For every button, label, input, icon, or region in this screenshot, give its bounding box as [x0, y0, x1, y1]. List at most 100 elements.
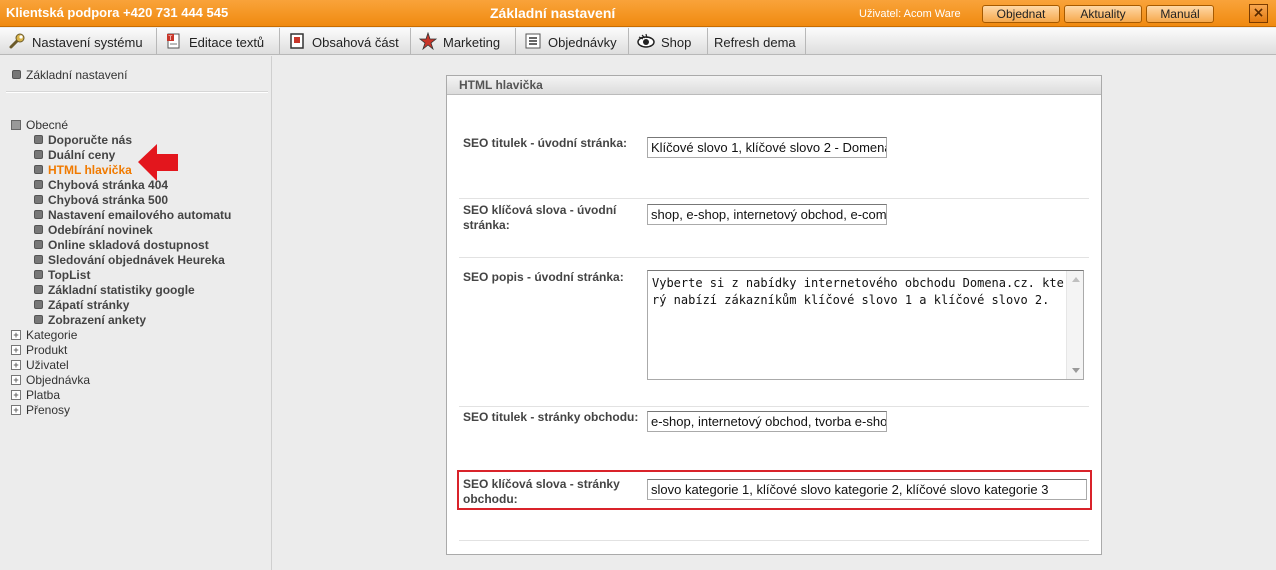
toolbar-label: Marketing: [443, 35, 501, 51]
item-label: Duální ceny: [48, 148, 116, 162]
seo-description-home-textarea[interactable]: Vyberte si z nabídky internetového obcho…: [647, 270, 1084, 380]
seo-keywords-shop-input[interactable]: slovo kategorie 1, klíčové slovo kategor…: [647, 479, 1087, 500]
toolbar-marketing[interactable]: Marketing: [411, 28, 516, 55]
sidebar-group-prenosy[interactable]: + Přenosy: [11, 403, 70, 418]
sidebar-group-platba[interactable]: + Platba: [11, 388, 60, 403]
expand-icon: +: [11, 329, 21, 340]
bullet-icon: [34, 165, 43, 175]
seo-keywords-home-input[interactable]: shop, e-shop, internetový obchod, e-comm…: [647, 204, 887, 225]
sidebar-item-stock[interactable]: Online skladová dostupnost: [34, 238, 209, 253]
item-label: Chybová stránka 500: [48, 193, 169, 207]
bullet-icon: [34, 210, 43, 220]
field-label: SEO klíčová slova - úvodní stránka:: [463, 203, 617, 232]
bullet-icon: [34, 240, 43, 250]
panel-title: HTML hlavička: [447, 76, 1101, 95]
sidebar-item-toplist[interactable]: TopList: [34, 268, 90, 283]
sidebar-group-kategorie[interactable]: + Kategorie: [11, 328, 77, 343]
seo-title-home-input[interactable]: Klíčové slovo 1, klíčové slovo 2 - Domen…: [647, 137, 887, 158]
item-label: TopList: [48, 268, 91, 282]
toolbar-label: Obsahová část: [312, 35, 399, 51]
sidebar-group-produkt[interactable]: + Produkt: [11, 343, 67, 358]
page-title: Základní nastavení: [490, 5, 616, 21]
toolbar-refresh-demo[interactable]: Refresh dema: [708, 28, 806, 55]
bullet-icon: [34, 315, 43, 325]
scroll-up-icon[interactable]: [1072, 277, 1080, 282]
top-bar: Klientská podpora +420 731 444 545 Zákla…: [0, 0, 1276, 27]
item-label: Odebírání novinek: [48, 223, 153, 237]
close-icon[interactable]: ×: [1249, 4, 1268, 23]
toolbar-label: Editace textů: [189, 35, 265, 51]
toolbar-label: Nastavení systému: [32, 35, 143, 51]
divider: [459, 406, 1089, 407]
item-label: Online skladová dostupnost: [48, 238, 209, 252]
text-edit-icon: T: [167, 33, 180, 49]
list-icon: [525, 33, 541, 49]
expand-icon: +: [11, 344, 21, 355]
toolbar-label: Objednávky: [548, 35, 617, 51]
sidebar-item-google-stats[interactable]: Základní statistiky google: [34, 283, 195, 298]
bullet-icon: [34, 270, 43, 280]
sidebar-item-doporucte[interactable]: Doporučte nás: [34, 133, 132, 148]
support-phone: Klientská podpora +420 731 444 545: [6, 5, 229, 20]
sidebar-group-uzivatel[interactable]: + Uživatel: [11, 358, 69, 373]
toolbar-shop[interactable]: Shop: [629, 28, 708, 55]
item-label: HTML hlavička: [48, 163, 132, 177]
manual-button[interactable]: Manuál: [1146, 5, 1214, 23]
group-label: Kategorie: [26, 328, 78, 342]
bullet-icon: [34, 135, 43, 145]
seo-title-shop-input[interactable]: e-shop, internetový obchod, tvorba e-sho…: [647, 411, 887, 432]
scroll-down-icon[interactable]: [1072, 368, 1080, 373]
user-label: Uživatel: Acom Ware: [859, 8, 961, 20]
sidebar-group-obecne[interactable]: Obecné: [11, 118, 68, 133]
toolbar-content[interactable]: Obsahová část: [280, 28, 411, 55]
toolbar-system-settings[interactable]: Nastavení systému: [0, 28, 157, 55]
sidebar-home-label: Základní nastavení: [26, 68, 128, 82]
main-toolbar: Nastavení systému T Editace textů Obsaho…: [0, 28, 1276, 55]
group-label: Uživatel: [26, 358, 69, 372]
divider: [459, 540, 1089, 541]
bullet-icon: [34, 285, 43, 295]
divider: [459, 198, 1089, 199]
sidebar-item-poll[interactable]: Zobrazení ankety: [34, 313, 146, 328]
bullet-icon: [34, 195, 43, 205]
field-label: SEO popis - úvodní stránka:: [463, 270, 624, 284]
news-button[interactable]: Aktuality: [1064, 5, 1142, 23]
bullet-icon: [34, 180, 43, 190]
field-label: SEO titulek - úvodní stránka:: [463, 136, 628, 150]
sidebar: Základní nastavení Obecné Doporučte nás …: [0, 56, 272, 570]
sidebar-item-html-hlavicka[interactable]: HTML hlavička: [34, 163, 132, 178]
group-label: Produkt: [26, 343, 68, 357]
sidebar-item-heureka[interactable]: Sledování objednávek Heureka: [34, 253, 225, 268]
item-label: Zobrazení ankety: [48, 313, 147, 327]
item-label: Sledování objednávek Heureka: [48, 253, 225, 267]
sidebar-item-footer[interactable]: Zápatí stránky: [34, 298, 129, 313]
sidebar-item-newsletter[interactable]: Odebírání novinek: [34, 223, 153, 238]
sidebar-group-objednavka[interactable]: + Objednávka: [11, 373, 90, 388]
item-label: Základní statistiky google: [48, 283, 195, 297]
expand-icon: +: [11, 359, 21, 370]
sidebar-home[interactable]: Základní nastavení: [12, 68, 127, 82]
toolbar-label: Refresh dema: [714, 35, 796, 51]
order-button[interactable]: Objednat: [982, 5, 1060, 23]
expand-icon: +: [11, 374, 21, 385]
sidebar-item-dualni-ceny[interactable]: Duální ceny: [34, 148, 115, 163]
scrollbar[interactable]: [1066, 271, 1083, 379]
divider: [6, 91, 268, 93]
bullet-icon: [34, 300, 43, 310]
bullet-icon: [34, 225, 43, 235]
wrench-icon: [9, 33, 25, 49]
sidebar-item-email-automat[interactable]: Nastavení emailového automatu: [34, 208, 231, 223]
toolbar-orders[interactable]: Objednávky: [516, 28, 629, 55]
textarea-content: Vyberte si z nabídky internetového obcho…: [652, 276, 1064, 307]
item-label: Zápatí stránky: [48, 298, 130, 312]
svg-text:T: T: [168, 35, 173, 42]
collapse-icon: [11, 119, 21, 130]
bullet-icon: [12, 70, 21, 80]
expand-icon: +: [11, 389, 21, 400]
bullet-icon: [34, 150, 43, 160]
toolbar-text-editing[interactable]: T Editace textů: [157, 28, 280, 55]
page-icon: [290, 32, 304, 49]
sidebar-item-error-500[interactable]: Chybová stránka 500: [34, 193, 168, 208]
html-header-panel: HTML hlavička SEO titulek - úvodní strán…: [446, 75, 1102, 555]
divider: [459, 257, 1089, 258]
